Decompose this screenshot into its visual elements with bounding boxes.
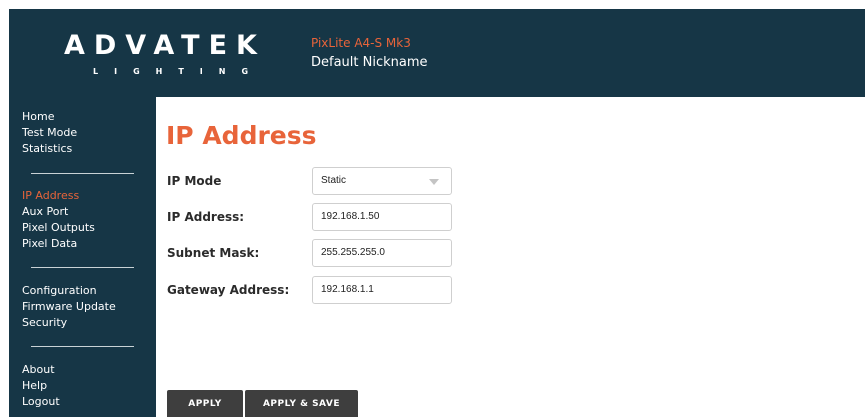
header: ADVATEK LIGHTING PixLite A4-S Mk3 Defaul…: [9, 9, 865, 97]
subnet-mask-input[interactable]: 255.255.255.0: [312, 239, 452, 267]
device-nickname: Default Nickname: [311, 55, 428, 70]
apply-button[interactable]: APPLY: [167, 390, 243, 417]
sidebar-item-test-mode[interactable]: Test Mode: [22, 126, 77, 139]
sidebar-item-configuration[interactable]: Configuration: [22, 284, 97, 297]
logo-wordmark: ADVATEK: [64, 30, 266, 61]
gateway-address-input[interactable]: 192.168.1.1: [312, 276, 452, 304]
sidebar-item-help[interactable]: Help: [22, 379, 47, 392]
logo-subtext: LIGHTING: [93, 67, 265, 76]
sidebar-item-statistics[interactable]: Statistics: [22, 142, 72, 155]
ip-address-value: 192.168.1.50: [321, 211, 380, 222]
sidebar-item-firmware-update[interactable]: Firmware Update: [22, 300, 116, 313]
ip-mode-select[interactable]: Static: [312, 167, 452, 195]
advatek-logo[interactable]: ADVATEK LIGHTING: [64, 31, 257, 79]
sidebar-item-pixel-data[interactable]: Pixel Data: [22, 237, 77, 250]
sidebar-item-pixel-outputs[interactable]: Pixel Outputs: [22, 221, 95, 234]
ip-address-label: IP Address:: [167, 210, 245, 224]
gateway-address-label: Gateway Address:: [167, 283, 290, 297]
sidebar-divider: [31, 267, 134, 268]
sidebar-item-aux-port[interactable]: Aux Port: [22, 205, 68, 218]
ip-address-input[interactable]: 192.168.1.50: [312, 203, 452, 231]
apply-and-save-button[interactable]: APPLY & SAVE: [245, 390, 358, 417]
chevron-down-icon: [429, 179, 439, 185]
sidebar-divider: [31, 173, 134, 174]
sidebar-item-about[interactable]: About: [22, 363, 55, 376]
ip-mode-label: IP Mode: [167, 174, 222, 188]
app-window: ADVATEK LIGHTING PixLite A4-S Mk3 Defaul…: [9, 9, 865, 417]
page-title: IP Address: [166, 121, 317, 150]
ip-mode-value: Static: [321, 175, 347, 186]
subnet-mask-label: Subnet Mask:: [167, 246, 260, 260]
main-content: IP Address IP Mode Static IP Address: 19…: [156, 97, 865, 417]
gateway-address-value: 192.168.1.1: [321, 284, 374, 295]
sidebar-divider: [31, 346, 134, 347]
sidebar-nav: Home Test Mode Statistics IP Address Aux…: [9, 97, 156, 417]
subnet-mask-value: 255.255.255.0: [321, 247, 385, 258]
device-model: PixLite A4-S Mk3: [311, 36, 411, 50]
sidebar-item-logout[interactable]: Logout: [22, 395, 60, 408]
sidebar-item-security[interactable]: Security: [22, 316, 67, 329]
sidebar-item-ip-address[interactable]: IP Address: [22, 189, 79, 202]
sidebar-item-home[interactable]: Home: [22, 110, 54, 123]
